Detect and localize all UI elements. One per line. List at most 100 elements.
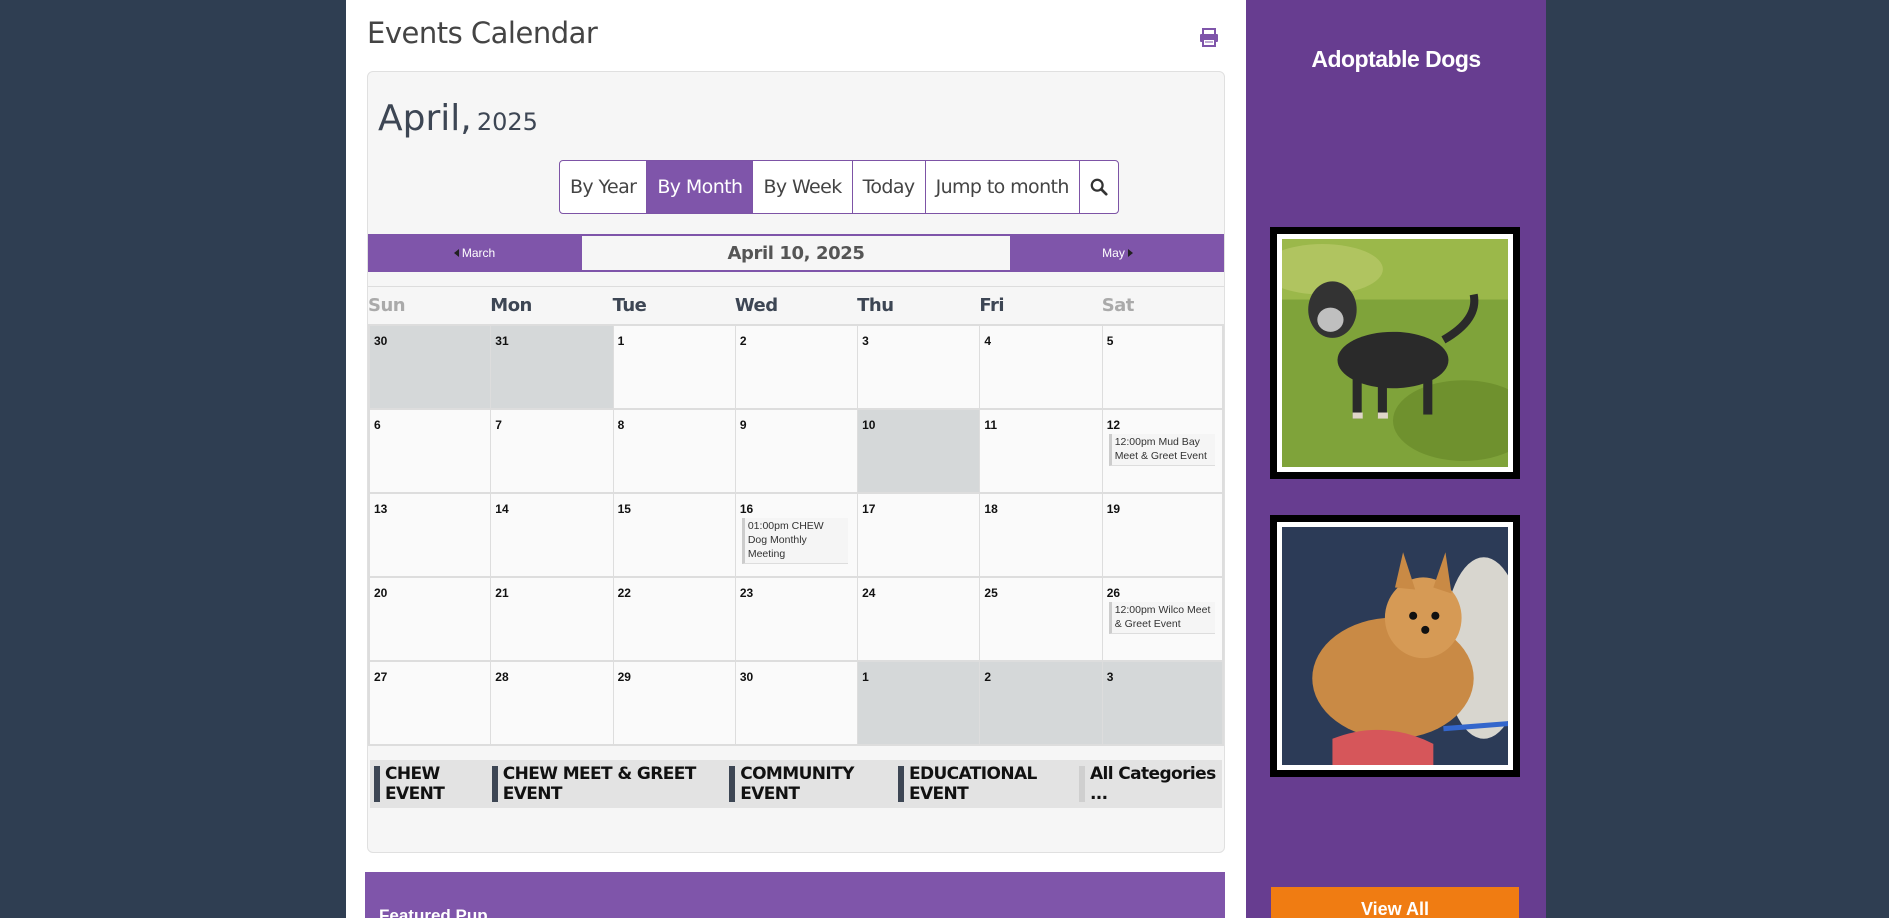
calendar-day[interactable]: 29 [612, 662, 735, 744]
dog-photo[interactable] [1270, 227, 1520, 479]
legend-category[interactable]: COMMUNITY EVENT [729, 764, 894, 804]
day-number: 13 [374, 502, 388, 516]
day-number: 5 [1106, 334, 1114, 348]
calendar-day[interactable]: 12 12:00pm Mud Bay Meet & Greet Event [1101, 410, 1224, 492]
calendar-day[interactable]: 14 [490, 494, 613, 576]
weekday-sat: Sat [1101, 295, 1135, 316]
calendar-day[interactable]: 27 [368, 662, 491, 744]
day-number: 30 [374, 334, 388, 348]
legend-category[interactable]: CHEW EVENT [374, 764, 488, 804]
day-number: 2 [739, 334, 747, 348]
next-month-link[interactable]: May [1011, 234, 1224, 272]
dog-photo[interactable] [1270, 515, 1520, 777]
calendar-day[interactable]: 2 [734, 326, 858, 408]
day-number: 29 [617, 670, 631, 684]
day-number: 3 [862, 334, 869, 348]
day-number: 28 [495, 670, 509, 684]
legend-category[interactable]: CHEW MEET & GREET EVENT [491, 764, 726, 804]
next-month-label: May [1102, 246, 1125, 260]
category-color-swatch [729, 766, 736, 802]
day-number: 20 [374, 586, 388, 600]
calendar-day[interactable]: 25 [979, 578, 1102, 660]
legend-category[interactable]: All Categories ... [1078, 764, 1218, 804]
by-year-button[interactable]: By Year [560, 161, 648, 213]
calendar-day[interactable]: 17 [857, 494, 980, 576]
print-icon[interactable] [1198, 26, 1220, 48]
by-month-button[interactable]: By Month [647, 161, 754, 213]
calendar-event[interactable]: 12:00pm Wilco Meet & Greet Event [1108, 602, 1215, 634]
day-number: 12 [1106, 418, 1121, 432]
calendar-day[interactable]: 31 [490, 326, 613, 408]
page-title: Events Calendar [367, 16, 598, 50]
calendar-day[interactable]: 7 [490, 410, 613, 492]
calendar-day[interactable]: 6 [368, 410, 491, 492]
calendar-day[interactable]: 8 [612, 410, 735, 492]
calendar-panel: April, 2025 By Year By Month By Week Tod… [367, 71, 1225, 853]
day-number: 16 [739, 502, 754, 516]
calendar-day[interactable]: 30 [734, 662, 858, 744]
calendar-day[interactable]: 24 [857, 578, 980, 660]
sidebar-title: Adoptable Dogs [1311, 46, 1481, 72]
day-number: 11 [984, 418, 998, 432]
today-button[interactable]: Today [853, 161, 926, 213]
calendar-day[interactable]: 10 [857, 410, 980, 492]
legend-category[interactable]: EDUCATIONAL EVENT [897, 764, 1075, 804]
day-number: 9 [739, 418, 747, 432]
calendar-day[interactable]: 16 01:00pm CHEW Dog Monthly Meeting [734, 494, 858, 576]
prev-month-link[interactable]: March [368, 234, 581, 272]
calendar-day[interactable]: 3 [857, 326, 980, 408]
calendar-day[interactable]: 9 [734, 410, 858, 492]
legend-label: All Categories ... [1089, 764, 1216, 804]
day-number: 27 [374, 670, 388, 684]
search-icon [1090, 178, 1108, 196]
day-number: 1 [617, 334, 625, 348]
calendar-day[interactable]: 18 [979, 494, 1102, 576]
calendar-day[interactable]: 26 12:00pm Wilco Meet & Greet Event [1101, 578, 1224, 660]
weekday-thu: Thu [857, 295, 894, 316]
calendar-day[interactable]: 1 [857, 662, 980, 744]
sidebar: Adoptable Dogs View All [1246, 0, 1546, 918]
calendar-day[interactable]: 2 [979, 662, 1102, 744]
calendar-day[interactable]: 1 [612, 326, 735, 408]
weekday-sun: Sun [368, 295, 406, 316]
category-color-swatch [897, 766, 904, 802]
calendar-day[interactable]: 30 [368, 326, 491, 408]
day-number: 3 [1106, 670, 1114, 684]
calendar-week: 30 31 1 2 3 4 5 [368, 324, 1224, 408]
view-button-group: By Year By Month By Week Today Jump to m… [559, 160, 1119, 214]
calendar-day[interactable]: 21 [490, 578, 613, 660]
legend-label: EDUCATIONAL EVENT [908, 764, 1037, 804]
by-week-button[interactable]: By Week [753, 161, 853, 213]
day-number: 2 [984, 670, 992, 684]
calendar-event[interactable]: 01:00pm CHEW Dog Monthly Meeting [741, 518, 848, 564]
calendar-day[interactable]: 23 [734, 578, 858, 660]
weekday-header: Sun Mon Tue Wed Thu Fri Sat [368, 286, 1224, 322]
category-color-swatch [1078, 766, 1085, 802]
day-number: 30 [739, 670, 754, 684]
day-number: 14 [495, 502, 509, 516]
calendar-event[interactable]: 12:00pm Mud Bay Meet & Greet Event [1108, 434, 1215, 466]
day-number: 26 [1106, 586, 1121, 600]
calendar-day[interactable]: 19 [1101, 494, 1224, 576]
calendar-day[interactable]: 3 [1101, 662, 1224, 744]
day-number: 22 [617, 586, 631, 600]
day-number: 1 [862, 670, 869, 684]
day-number: 17 [862, 502, 876, 516]
calendar-week: 13 14 15 16 01:00pm CHEW Dog Monthly Meeting… [368, 492, 1224, 576]
month-heading: April, 2025 [378, 98, 538, 139]
day-number: 18 [984, 502, 998, 516]
calendar-day[interactable]: 22 [612, 578, 735, 660]
search-button[interactable] [1080, 161, 1118, 213]
calendar-day[interactable]: 28 [490, 662, 613, 744]
prev-month-label: March [461, 246, 496, 260]
category-color-swatch [491, 766, 498, 802]
calendar-day[interactable]: 20 [368, 578, 491, 660]
calendar-day[interactable]: 4 [979, 326, 1102, 408]
calendar-day[interactable]: 11 [979, 410, 1102, 492]
view-all-button[interactable]: View All [1271, 887, 1519, 918]
calendar-week: 20 21 22 23 24 25 26 12:00pm Wilco Meet & Greet… [368, 576, 1224, 660]
calendar-day[interactable]: 13 [368, 494, 491, 576]
calendar-day[interactable]: 5 [1101, 326, 1224, 408]
jump-to-month-button[interactable]: Jump to month [926, 161, 1080, 213]
calendar-day[interactable]: 15 [612, 494, 735, 576]
